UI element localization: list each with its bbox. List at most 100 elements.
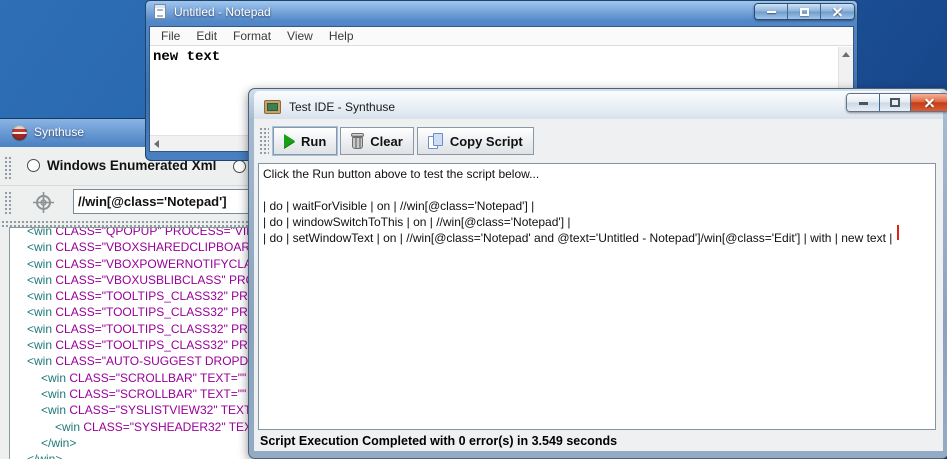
- script-output-panel[interactable]: Click the Run button above to test the s…: [258, 163, 936, 430]
- clear-button-label: Clear: [370, 134, 403, 149]
- script-line: Click the Run button above to test the s…: [263, 166, 931, 182]
- scroll-left-icon[interactable]: [154, 140, 159, 148]
- maximize-button[interactable]: [788, 4, 821, 19]
- synthuse-app-icon: [12, 125, 27, 140]
- xml-line[interactable]: <win CLASS="TOOLTIPS_CLASS32" PRO: [10, 288, 255, 304]
- play-icon: [284, 134, 295, 148]
- toolbar-grip[interactable]: [4, 156, 13, 180]
- xml-line[interactable]: <win CLASS="TOOLTIPS_CLASS32" PRO: [10, 337, 255, 353]
- xml-line[interactable]: <win CLASS="AUTO-SUGGEST DROPDO: [10, 353, 255, 369]
- crosshair-capture-icon[interactable]: [33, 192, 54, 218]
- synthuse-window: Synthuse Windows Enumerated Xml <win CLA…: [0, 118, 260, 459]
- test-ide-client: Run Clear Copy Script Click the Run butt…: [254, 119, 943, 451]
- test-ide-titlebar[interactable]: Test IDE - Synthuse: [254, 91, 943, 119]
- copy-script-button-label: Copy Script: [450, 134, 523, 149]
- test-ide-toolbar: Run Clear Copy Script: [254, 119, 943, 163]
- minimize-button[interactable]: [847, 94, 880, 111]
- xml-tag: <win: [41, 371, 69, 385]
- xml-tag: <win: [27, 338, 55, 352]
- test-ide-title: Test IDE - Synthuse: [289, 100, 395, 114]
- xml-line[interactable]: <win CLASS="SCROLLBAR" TEXT="" c: [10, 386, 255, 402]
- xml-line[interactable]: <win CLASS="VBOXUSBLIBCLASS" PRO: [10, 272, 255, 288]
- xml-tag: <win: [27, 305, 55, 319]
- synthuse-title: Synthuse: [34, 125, 84, 139]
- minimize-icon: [859, 102, 868, 105]
- xml-attr: CLASS="SCROLLBAR" TEXT="" c: [69, 371, 255, 385]
- xml-tag: <win: [27, 240, 55, 254]
- xml-tag: <win: [41, 403, 69, 417]
- xml-tag: <win: [27, 273, 55, 287]
- test-ide-app-icon: [264, 100, 281, 114]
- xml-attr: CLASS="AUTO-SUGGEST DROPDO: [55, 354, 256, 368]
- xml-attr: CLASS="SYSLISTVIEW32" TEXT=: [69, 403, 256, 417]
- xml-line[interactable]: <win CLASS="VBOXSHAREDCLIPBOARD: [10, 239, 255, 255]
- copy-script-button[interactable]: Copy Script: [417, 127, 534, 155]
- xml-line[interactable]: <win CLASS="SYSLISTVIEW32" TEXT=: [10, 402, 255, 418]
- xpath-input[interactable]: [73, 189, 249, 214]
- toolbar-grip[interactable]: [4, 191, 13, 215]
- text-caret: [897, 225, 899, 240]
- notepad-title: Untitled - Notepad: [174, 5, 271, 19]
- maximize-button[interactable]: [880, 94, 911, 111]
- notepad-titlebar[interactable]: Untitled - Notepad: [146, 1, 857, 25]
- xml-tag: <win: [27, 354, 55, 368]
- xml-line[interactable]: <win CLASS="TOOLTIPS_CLASS32" PRO: [10, 321, 255, 337]
- xml-attr: CLASS="TOOLTIPS_CLASS32" PRO: [55, 305, 256, 319]
- xml-attr: CLASS="VBOXUSBLIBCLASS" PRO: [55, 273, 255, 287]
- close-button[interactable]: [821, 4, 854, 19]
- xml-tag: <win: [27, 289, 55, 303]
- menu-format[interactable]: Format: [225, 29, 279, 43]
- run-button-label: Run: [301, 134, 326, 149]
- xml-line[interactable]: </win>: [10, 435, 255, 451]
- xml-line[interactable]: <win CLASS="SYSHEADER32" TEXT: [10, 419, 255, 435]
- script-line: | do | setWindowText | on | //win[@class…: [263, 230, 931, 246]
- xml-line[interactable]: <win CLASS="VBOXPOWERNOTIFYCLAS: [10, 256, 255, 272]
- synthuse-client: Windows Enumerated Xml <win CLASS="QPOPU…: [0, 147, 255, 459]
- maximize-icon: [800, 8, 809, 16]
- toolbar-separator: [0, 185, 255, 186]
- radio-option-partial[interactable]: [233, 160, 246, 173]
- xml-attr: CLASS="SCROLLBAR" TEXT="" c: [69, 387, 255, 401]
- close-icon: [832, 6, 843, 17]
- xml-tag: <win: [55, 420, 83, 434]
- close-icon: [924, 97, 935, 108]
- xml-attr: CLASS="TOOLTIPS_CLASS32" PRO: [55, 289, 256, 303]
- xml-tag: <win: [27, 257, 55, 271]
- radio-windows-enumerated-xml[interactable]: [27, 159, 40, 172]
- notepad-app-icon: [154, 4, 166, 19]
- menu-file[interactable]: File: [153, 29, 188, 43]
- menu-help[interactable]: Help: [321, 29, 362, 43]
- xml-tag: <win: [41, 387, 69, 401]
- xml-attr: CLASS="TOOLTIPS_CLASS32" PRO: [55, 322, 256, 336]
- run-button[interactable]: Run: [273, 127, 337, 155]
- status-bar: Script Execution Completed with 0 error(…: [254, 431, 943, 451]
- scroll-up-icon[interactable]: [842, 52, 850, 57]
- xml-tag: <win: [27, 227, 55, 238]
- xml-attr: CLASS="VBOXPOWERNOTIFYCLAS: [55, 257, 256, 271]
- script-line: [263, 182, 931, 198]
- xml-tag: </win>: [27, 452, 62, 459]
- xml-line[interactable]: </win>: [10, 451, 255, 459]
- clear-button[interactable]: Clear: [340, 127, 414, 155]
- notepad-menubar: FileEditFormatViewHelp: [150, 27, 853, 46]
- minimize-icon: [767, 11, 776, 13]
- maximize-icon: [890, 98, 900, 107]
- menu-view[interactable]: View: [279, 29, 321, 43]
- xml-attr: CLASS="VBOXSHAREDCLIPBOARD: [55, 240, 256, 254]
- xml-attr: CLASS="QPOPUP" PROCESS="VIR: [55, 227, 255, 238]
- desktop: Synthuse Windows Enumerated Xml <win CLA…: [0, 0, 947, 459]
- menu-edit[interactable]: Edit: [188, 29, 225, 43]
- xml-line[interactable]: <win CLASS="QPOPUP" PROCESS="VIR: [10, 227, 255, 239]
- script-line: | do | waitForVisible | on | //win[@clas…: [263, 198, 931, 214]
- xml-line[interactable]: <win CLASS="SCROLLBAR" TEXT="" c: [10, 370, 255, 386]
- test-ide-window: Test IDE - Synthuse Run Clear Copy Sc: [248, 88, 947, 459]
- xml-line[interactable]: <win CLASS="TOOLTIPS_CLASS32" PRO: [10, 304, 255, 320]
- copy-icon: [428, 133, 444, 150]
- close-button[interactable]: [911, 94, 947, 111]
- xml-tag: <win: [27, 322, 55, 336]
- xml-tag: </win>: [41, 436, 76, 450]
- minimize-button[interactable]: [755, 4, 788, 19]
- xml-tree-panel[interactable]: <win CLASS="QPOPUP" PROCESS="VIR<win CLA…: [9, 227, 256, 459]
- xml-attr: CLASS="SYSHEADER32" TEXT: [83, 420, 256, 434]
- script-line: | do | windowSwitchToThis | on | //win[@…: [263, 214, 931, 230]
